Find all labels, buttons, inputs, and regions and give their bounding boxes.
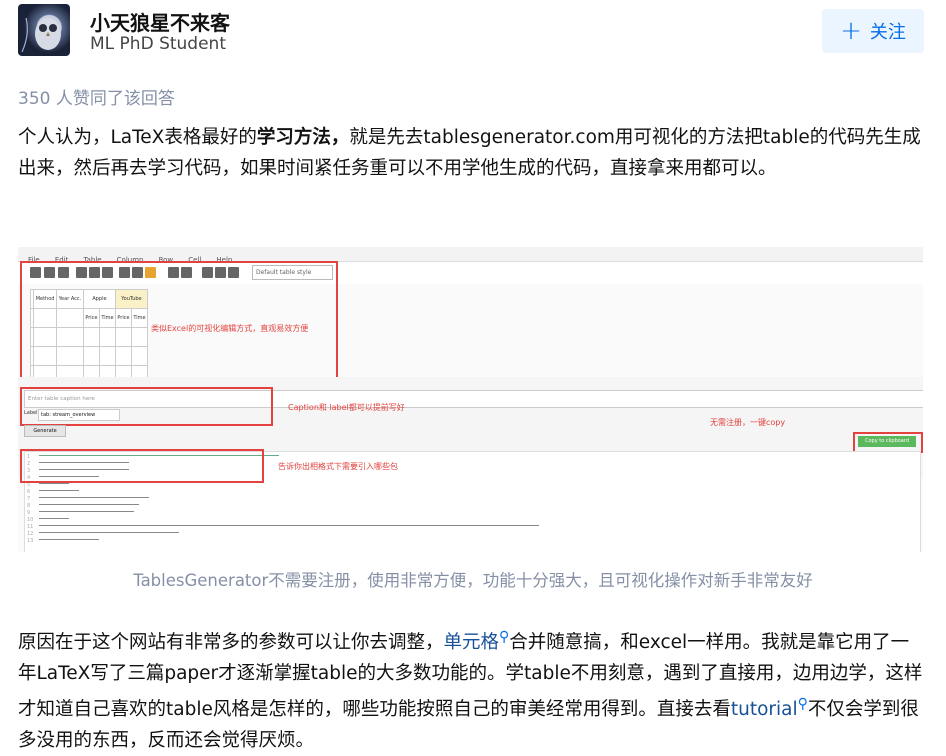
- annotation-box: [20, 449, 264, 483]
- author-avatar[interactable]: [18, 4, 70, 56]
- annotation-box: [853, 432, 923, 453]
- screenshot-menubar: File Edit Table Column Row Cell Help: [18, 247, 923, 264]
- annotation-box: [20, 261, 338, 383]
- annotation-packages: 告诉你出相格式下需要引入哪些包: [278, 462, 398, 471]
- plus-icon: +: [840, 16, 862, 46]
- tablesgenerator-screenshot[interactable]: File Edit Table Column Row Cell Help Def…: [18, 247, 923, 552]
- code-line: [39, 518, 69, 519]
- link-text[interactable]: 单元格: [444, 632, 500, 653]
- follow-label: 关注: [869, 22, 906, 43]
- cell-link[interactable]: 单元格⚲: [444, 629, 510, 653]
- code-line: [39, 497, 149, 498]
- annotation-caption: Caption和 label都可以提前写好: [288, 403, 405, 412]
- code-line: [39, 532, 179, 533]
- owl-avatar-icon: [21, 17, 61, 53]
- annotation-copy: 无需注册，一键copy: [710, 418, 786, 427]
- code-line: [39, 511, 134, 512]
- upvote-count: 350 人赞同了该回答: [18, 89, 175, 109]
- code-line: [39, 490, 79, 491]
- code-line: [39, 483, 69, 484]
- answer-paragraph-1: 个人认为，LaTeX表格最好的学习方法，就是先去tablesgenerator.…: [18, 122, 923, 184]
- image-caption: TablesGenerator不需要注册，使用非常方便，功能十分强大，且可视化操…: [133, 571, 813, 590]
- code-line: [39, 504, 139, 505]
- tutorial-link[interactable]: tutorial⚲: [731, 696, 808, 720]
- search-icon[interactable]: ⚲: [499, 629, 509, 645]
- bold-text: 学习方法，: [256, 127, 350, 148]
- paragraph-text: 原因在于这个网站有非常多的参数可以让你去调整，: [18, 632, 444, 654]
- code-line: [39, 525, 539, 526]
- search-icon[interactable]: ⚲: [798, 696, 808, 712]
- annotation-grid: 类似Excel的可视化编辑方式，直观易效方便: [151, 324, 309, 333]
- author-bio: ML PhD Student: [90, 34, 226, 54]
- code-line: [39, 539, 99, 540]
- answer-author-header: 小天狼星不来客 ML PhD Student + 关注: [18, 4, 946, 62]
- link-text[interactable]: tutorial: [731, 699, 798, 720]
- author-name[interactable]: 小天狼星不来客: [90, 7, 230, 36]
- paragraph-text: 个人认为，LaTeX表格最好的: [18, 127, 257, 148]
- answer-paragraph-2: 原因在于这个网站有非常多的参数可以让你去调整，单元格⚲合并随意搞，和excel一…: [18, 622, 923, 756]
- annotation-box: [20, 387, 273, 426]
- generate-button: Generate: [24, 425, 66, 437]
- follow-button[interactable]: + 关注: [822, 9, 924, 53]
